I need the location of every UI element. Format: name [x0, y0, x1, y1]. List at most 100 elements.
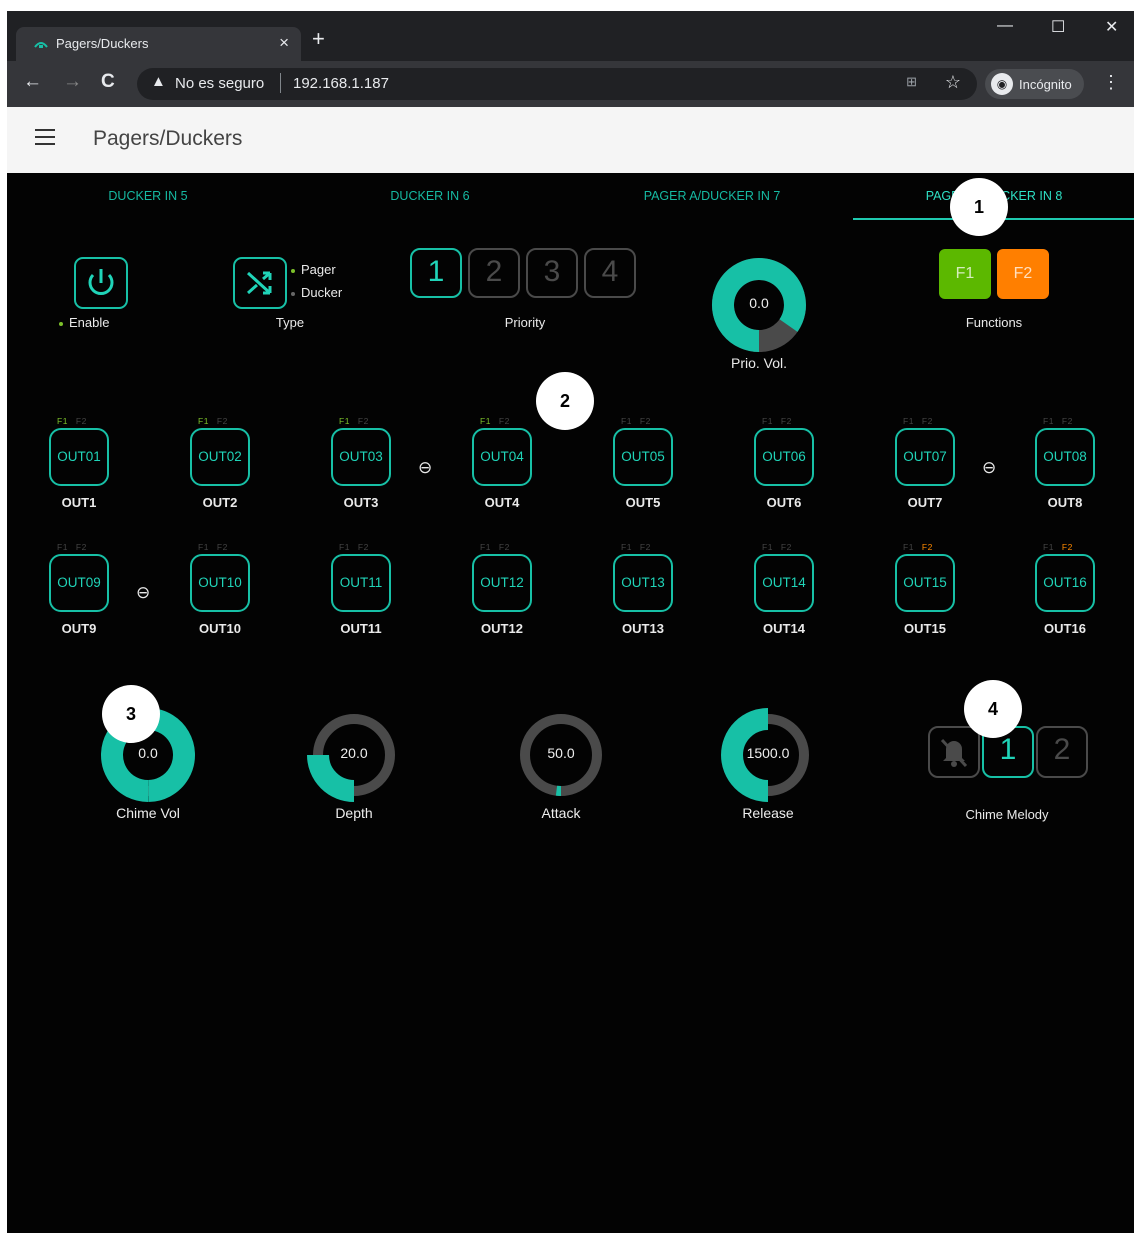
- output-function-flags: F1 F2: [762, 542, 800, 552]
- type-label: Type: [275, 315, 305, 330]
- knob-value: 0.0: [138, 745, 158, 761]
- output-function-flags: F1 F2: [480, 416, 518, 426]
- output-f1-flag: F1: [762, 542, 773, 552]
- output-f2-flag: F2: [1061, 542, 1073, 552]
- close-window-button[interactable]: ✕: [1105, 17, 1118, 37]
- translate-icon[interactable]: ⊞: [906, 74, 917, 90]
- output-button[interactable]: OUT07: [895, 428, 955, 486]
- pager-dot: [291, 268, 295, 273]
- output-button[interactable]: OUT02: [190, 428, 250, 486]
- ducker-dot: [291, 291, 295, 296]
- tab-pager-ducker-in-7[interactable]: PAGER A/DUCKER IN 7: [571, 189, 853, 203]
- priority-2-button[interactable]: 2: [468, 248, 520, 298]
- output-button[interactable]: OUT01: [49, 428, 109, 486]
- reload-icon[interactable]: C: [101, 71, 115, 93]
- priority-3-button[interactable]: 3: [526, 248, 578, 298]
- output-f1-flag: F1: [339, 416, 350, 426]
- output-function-flags: F1 F2: [903, 416, 941, 426]
- output-button[interactable]: OUT16: [1035, 554, 1095, 612]
- incognito-badge[interactable]: ◉ Incógnito: [985, 69, 1084, 99]
- type-option-ducker[interactable]: Ducker: [291, 285, 342, 300]
- output-button[interactable]: OUT15: [895, 554, 955, 612]
- output-name: OUT5: [625, 495, 661, 510]
- tab-title: Pagers/Duckers: [56, 36, 149, 51]
- maximize-button[interactable]: ☐: [1051, 17, 1065, 37]
- priority-1-button[interactable]: 1: [410, 248, 462, 298]
- chime-mute-button[interactable]: [928, 726, 980, 778]
- output-f1-flag: F1: [762, 416, 773, 426]
- tab-close-icon[interactable]: ×: [279, 33, 289, 53]
- output-button[interactable]: OUT09: [49, 554, 109, 612]
- output-button[interactable]: OUT11: [331, 554, 391, 612]
- back-icon[interactable]: ←: [23, 71, 42, 93]
- output-name: OUT8: [1047, 495, 1083, 510]
- output-f1-flag: F1: [480, 416, 491, 426]
- knob-value: 50.0: [547, 745, 575, 761]
- priority-label: Priority: [504, 315, 546, 330]
- type-toggle-button[interactable]: [233, 257, 287, 309]
- output-name: OUT1: [61, 495, 97, 510]
- output-button[interactable]: OUT03: [331, 428, 391, 486]
- output-f1-flag: F1: [198, 416, 209, 426]
- bookmark-star-icon[interactable]: ☆: [945, 72, 961, 93]
- knob-label: Chime Vol: [116, 805, 180, 821]
- chime-melody-2-button[interactable]: 2: [1036, 726, 1088, 778]
- output-function-flags: F1 F2: [198, 416, 236, 426]
- tab-ducker-in-6[interactable]: DUCKER IN 6: [289, 189, 571, 203]
- output-button[interactable]: OUT06: [754, 428, 814, 486]
- output-f1-flag: F1: [198, 542, 209, 552]
- output-button[interactable]: OUT08: [1035, 428, 1095, 486]
- priority-4-button[interactable]: 4: [584, 248, 636, 298]
- output-f1-flag: F1: [1043, 416, 1054, 426]
- output-f2-flag: F2: [780, 542, 792, 552]
- output-button[interactable]: OUT10: [190, 554, 250, 612]
- output-name: OUT6: [766, 495, 802, 510]
- output-f1-flag: F1: [903, 542, 914, 552]
- output-name: OUT14: [763, 621, 805, 636]
- output-f2-flag: F2: [498, 542, 510, 552]
- new-tab-button[interactable]: +: [312, 26, 325, 52]
- divider: [280, 73, 281, 93]
- output-f2-flag: F2: [498, 416, 510, 426]
- output-function-flags: F1 F2: [762, 416, 800, 426]
- output-function-flags: F1 F2: [1043, 416, 1081, 426]
- output-function-flags: F1 F2: [339, 542, 377, 552]
- output-button[interactable]: OUT13: [613, 554, 673, 612]
- main-panel: DUCKER IN 5 DUCKER IN 6 PAGER A/DUCKER I…: [7, 173, 1134, 1233]
- enable-button[interactable]: [74, 257, 128, 309]
- browser-toolbar: ← → C ▲ No es seguro 192.168.1.187 ⊞ ☆ ◉…: [7, 61, 1134, 107]
- knob-value: 1500.0: [746, 745, 790, 761]
- app-header: Pagers/Duckers: [7, 107, 1134, 173]
- function-f1-button[interactable]: F1: [939, 249, 991, 299]
- output-function-flags: F1 F2: [621, 416, 659, 426]
- output-name: OUT13: [622, 621, 664, 636]
- output-name: OUT4: [484, 495, 520, 510]
- warning-icon: ▲: [151, 73, 166, 90]
- output-button[interactable]: OUT04: [472, 428, 532, 486]
- security-label: No es seguro: [175, 75, 265, 92]
- output-f2-flag: F2: [75, 542, 87, 552]
- output-f2-flag: F2: [639, 542, 651, 552]
- output-button[interactable]: OUT14: [754, 554, 814, 612]
- output-button[interactable]: OUT05: [613, 428, 673, 486]
- type-option-pager[interactable]: Pager: [291, 262, 336, 277]
- browser-window: Pagers/Duckers × + — ☐ ✕ ← → C ▲ No es s…: [7, 11, 1134, 1233]
- marker-3: 3: [102, 685, 160, 743]
- minimize-button[interactable]: —: [997, 17, 1013, 35]
- tab-ducker-in-5[interactable]: DUCKER IN 5: [7, 189, 289, 203]
- output-f1-flag: F1: [57, 542, 68, 552]
- browser-tab[interactable]: Pagers/Duckers ×: [16, 27, 301, 61]
- power-icon: [88, 269, 114, 295]
- hamburger-menu-icon[interactable]: [35, 129, 55, 145]
- link-icon[interactable]: ⊖: [418, 458, 432, 478]
- output-name: OUT15: [904, 621, 946, 636]
- menu-kebab-icon[interactable]: ⋮: [1102, 72, 1120, 93]
- output-button[interactable]: OUT12: [472, 554, 532, 612]
- link-icon[interactable]: ⊖: [982, 458, 996, 478]
- address-bar[interactable]: ▲ No es seguro 192.168.1.187 ⊞ ☆: [137, 68, 977, 100]
- output-function-flags: F1 F2: [57, 542, 95, 552]
- link-icon[interactable]: ⊖: [136, 583, 150, 603]
- function-f2-button[interactable]: F2: [997, 249, 1049, 299]
- forward-icon[interactable]: →: [63, 71, 82, 93]
- knob-label: Release: [742, 805, 794, 821]
